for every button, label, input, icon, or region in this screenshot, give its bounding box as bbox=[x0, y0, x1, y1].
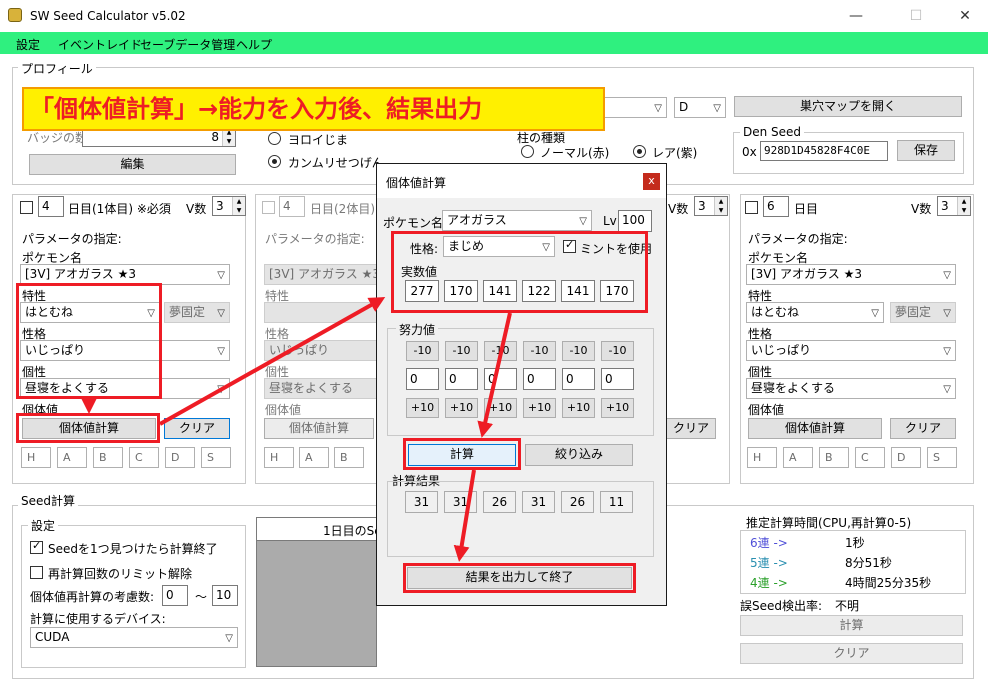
arrow-to-output bbox=[453, 469, 476, 562]
arrow-to-dialog bbox=[159, 297, 386, 426]
instruction-arrows bbox=[81, 297, 512, 562]
arrow-to-calc bbox=[477, 312, 512, 438]
